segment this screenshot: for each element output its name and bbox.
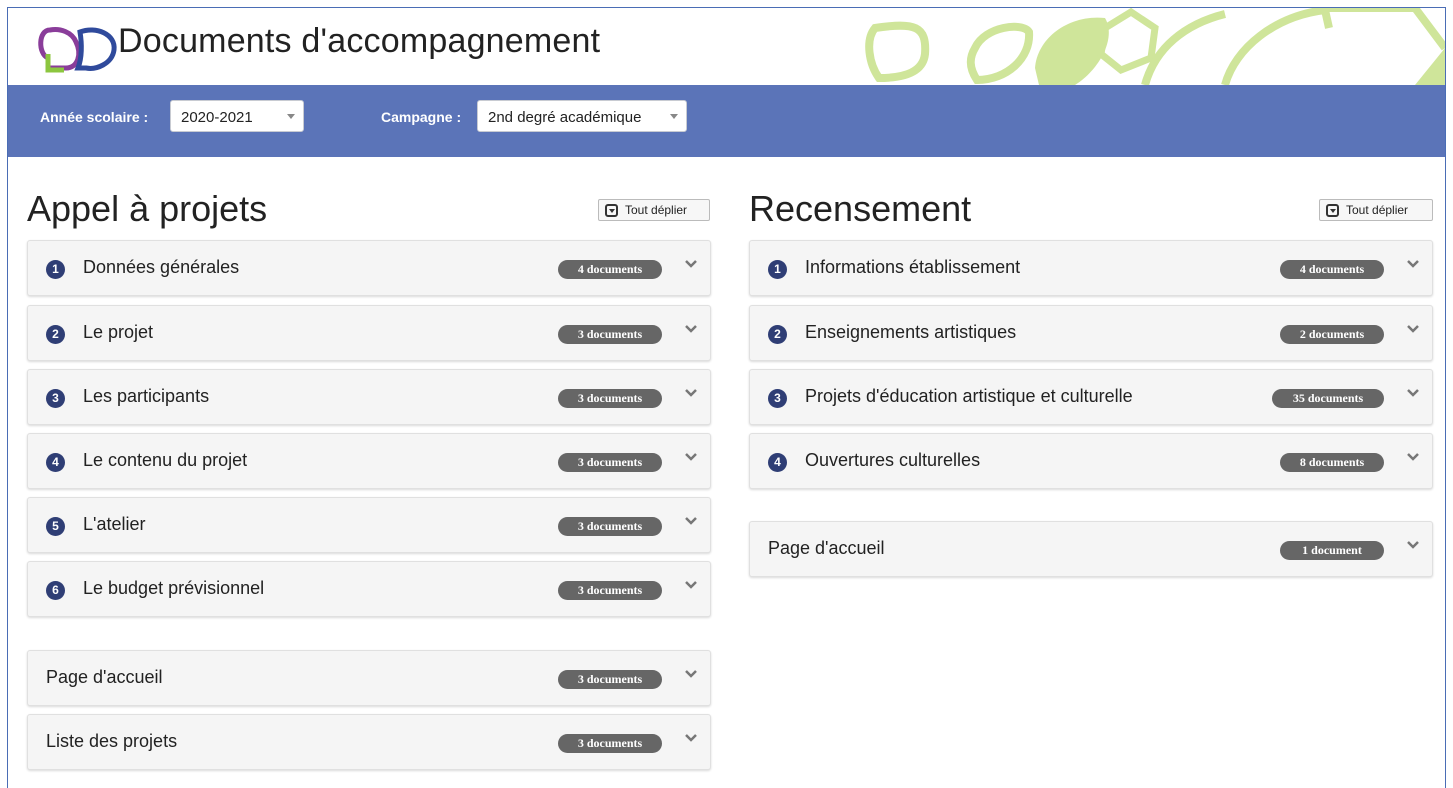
- chevron-down-icon: [685, 453, 697, 461]
- expand-square-icon: [605, 204, 618, 217]
- step-number-badge: 4: [768, 453, 787, 472]
- expand-square-icon: [1326, 204, 1339, 217]
- accordion-panel[interactable]: Liste des projets 3 documents: [27, 714, 711, 770]
- chevron-down-icon: [685, 325, 697, 333]
- panel-label: Enseignements artistiques: [805, 322, 1017, 342]
- panel-label: Page d'accueil: [46, 667, 163, 687]
- chevron-down-icon: [287, 114, 295, 119]
- chevron-down-icon: [1407, 325, 1419, 333]
- chevron-down-icon: [685, 517, 697, 525]
- page-title: Documents d'accompagnement: [118, 22, 601, 60]
- step-number-badge: 5: [46, 517, 65, 536]
- panel-label: Liste des projets: [46, 731, 178, 751]
- document-count-badge: 3 documents: [558, 517, 662, 536]
- chevron-down-icon: [1407, 260, 1419, 268]
- panel-label: Les participants: [83, 386, 210, 406]
- section-title-recensement: Recensement: [749, 188, 972, 229]
- chevron-down-icon: [685, 670, 697, 678]
- filter-bar: Année scolaire : 2020-2021 Campagne : 2n…: [8, 85, 1445, 157]
- panel-label: Projets d'éducation artistique et cultur…: [805, 386, 1133, 406]
- step-number-badge: 3: [46, 389, 65, 408]
- chevron-down-icon: [685, 389, 697, 397]
- accordion-panel[interactable]: 3 Les participants 3 documents: [27, 369, 711, 425]
- year-select-value: 2020-2021: [181, 109, 253, 126]
- accordion-panel[interactable]: Page d'accueil 1 document: [749, 521, 1433, 577]
- chevron-down-icon: [685, 734, 697, 742]
- panel-label: Le contenu du projet: [83, 450, 248, 470]
- accordion-panel[interactable]: 3 Projets d'éducation artistique et cult…: [749, 369, 1433, 425]
- chevron-down-icon: [685, 581, 697, 589]
- accordion-panel[interactable]: 1 Données générales 4 documents: [27, 240, 711, 296]
- expand-all-button-left[interactable]: Tout déplier: [598, 199, 710, 221]
- year-select[interactable]: 2020-2021: [170, 100, 304, 132]
- campaign-select-value: 2nd degré académique: [488, 109, 642, 126]
- step-number-badge: 1: [768, 260, 787, 279]
- page-header: Documents d'accompagnement: [8, 8, 1445, 85]
- chevron-down-icon: [670, 114, 678, 119]
- document-count-badge: 35 documents: [1272, 389, 1384, 408]
- step-number-badge: 1: [46, 260, 65, 279]
- step-number-badge: 6: [46, 581, 65, 600]
- app-frame: Documents d'accompagnement Année scolair…: [7, 7, 1446, 788]
- document-count-badge: 1 document: [1280, 541, 1384, 560]
- chevron-down-icon: [1407, 389, 1419, 397]
- panel-label: Informations établissement: [805, 257, 1021, 277]
- accordion-panel[interactable]: 2 Enseignements artistiques 2 documents: [749, 305, 1433, 361]
- campaign-label: Campagne :: [381, 109, 462, 125]
- logo-icon: [38, 27, 117, 73]
- document-count-badge: 4 documents: [1280, 260, 1384, 279]
- step-number-badge: 2: [768, 325, 787, 344]
- step-number-badge: 4: [46, 453, 65, 472]
- accordion-panel[interactable]: 6 Le budget prévisionnel 3 documents: [27, 561, 711, 617]
- document-count-badge: 3 documents: [558, 453, 662, 472]
- document-count-badge: 3 documents: [558, 670, 662, 689]
- accordion-panel[interactable]: 4 Le contenu du projet 3 documents: [27, 433, 711, 489]
- document-count-badge: 3 documents: [558, 389, 662, 408]
- step-number-badge: 2: [46, 325, 65, 344]
- decorative-leaves-icon: [865, 8, 1445, 85]
- step-number-badge: 3: [768, 389, 787, 408]
- document-count-badge: 8 documents: [1280, 453, 1384, 472]
- panel-label: Ouvertures culturelles: [805, 450, 981, 470]
- panel-label: Données générales: [83, 257, 240, 277]
- expand-all-label: Tout déplier: [625, 203, 688, 217]
- accordion-panel[interactable]: 1 Informations établissement 4 documents: [749, 240, 1433, 296]
- chevron-down-icon: [1407, 541, 1419, 549]
- panel-label: Le budget prévisionnel: [83, 578, 265, 598]
- accordion-panel[interactable]: 2 Le projet 3 documents: [27, 305, 711, 361]
- panel-label: Le projet: [83, 322, 154, 342]
- panel-label: Page d'accueil: [768, 538, 885, 558]
- campaign-select[interactable]: 2nd degré académique: [477, 100, 687, 132]
- document-count-badge: 3 documents: [558, 325, 662, 344]
- chevron-down-icon: [1407, 453, 1419, 461]
- document-count-badge: 2 documents: [1280, 325, 1384, 344]
- expand-all-button-right[interactable]: Tout déplier: [1319, 199, 1433, 221]
- accordion-panel[interactable]: Page d'accueil 3 documents: [27, 650, 711, 706]
- accordion-panel[interactable]: 4 Ouvertures culturelles 8 documents: [749, 433, 1433, 489]
- accordion-panel[interactable]: 5 L'atelier 3 documents: [27, 497, 711, 553]
- year-label: Année scolaire :: [40, 109, 149, 125]
- chevron-down-icon: [685, 260, 697, 268]
- panel-label: L'atelier: [83, 514, 146, 534]
- document-count-badge: 3 documents: [558, 581, 662, 600]
- expand-all-label: Tout déplier: [1346, 203, 1409, 217]
- document-count-badge: 3 documents: [558, 734, 662, 753]
- document-count-badge: 4 documents: [558, 260, 662, 279]
- section-title-appel-a-projets: Appel à projets: [27, 188, 268, 229]
